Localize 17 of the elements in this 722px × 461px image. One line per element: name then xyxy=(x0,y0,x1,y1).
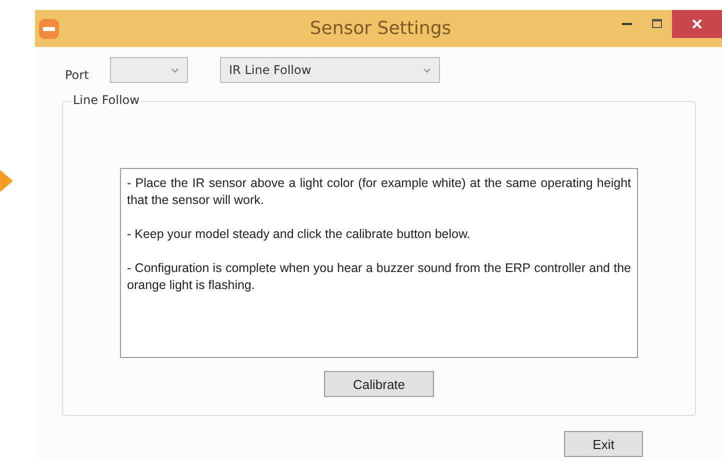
window-title: Sensor Settings xyxy=(308,18,452,39)
mode-dropdown[interactable]: IR Line Follow xyxy=(220,57,440,83)
close-icon xyxy=(692,19,702,29)
instruction-text: - Keep your model steady and click the calibrate button below. xyxy=(127,226,472,243)
close-button[interactable] xyxy=(672,10,722,38)
arrow-icon xyxy=(0,170,13,192)
app-logo-icon xyxy=(39,18,59,38)
caret-icon xyxy=(171,68,179,72)
instruction-text: - Place the IR sensor above a light color (for example white) at the same operating height that the sensor will work. xyxy=(127,175,631,209)
caret-icon xyxy=(423,68,431,72)
instruction-text: - Configuration is complete when you hear a buzzer sound from the ERP controller and the orange light is flashing. xyxy=(127,260,631,294)
exit-button[interactable]: Exit xyxy=(564,431,643,457)
calibrate-button[interactable]: Calibrate xyxy=(324,371,434,397)
group-title: Line Follow xyxy=(71,93,142,107)
port-label: Port xyxy=(65,68,90,82)
maximize-icon xyxy=(652,19,662,29)
minimize-icon xyxy=(622,23,632,25)
